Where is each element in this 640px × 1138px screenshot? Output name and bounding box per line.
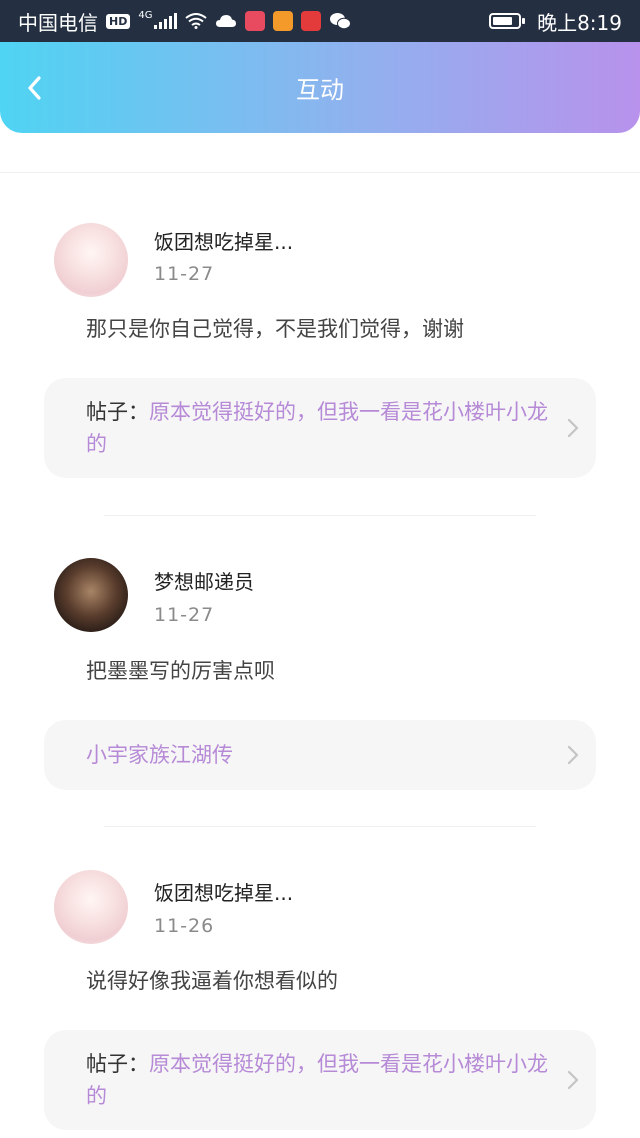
page-title: 互动 [296,76,344,104]
chevron-right-icon [567,1070,579,1090]
item-separator [104,515,536,516]
top-bar: 互动 [0,42,640,133]
battery-icon [489,13,526,29]
video-app-icon [273,11,294,31]
status-left: 中国电信 HD 4G [18,7,352,36]
hd-badge: HD [106,13,131,29]
comment-date: 11-27 [154,263,215,285]
post-title: 原本觉得挺好的，但我一看是花小楼叶小龙的 [86,400,548,456]
post-title: 原本觉得挺好的，但我一看是花小楼叶小龙的 [86,1052,548,1108]
post-link-card[interactable]: 小宇家族江湖传 [44,720,596,790]
huawei-app-icon [301,11,322,31]
post-prefix-label: 帖子： [86,1052,149,1076]
wechat-icon [330,13,352,30]
user-name[interactable]: 梦想邮递员 [154,566,254,595]
comment-date: 11-27 [154,604,215,626]
chevron-right-icon [567,745,579,765]
avatar[interactable] [54,223,128,297]
clock-label: 晚上8:19 [537,10,622,35]
cloud-icon [216,15,237,27]
avatar[interactable] [54,558,128,632]
avatar[interactable] [54,870,128,944]
wifi-icon [185,13,208,29]
user-name[interactable]: 饭团想吃掉星... [154,877,293,906]
back-button[interactable] [16,70,52,106]
carrier-label: 中国电信 [18,10,98,35]
user-name[interactable]: 饭团想吃掉星... [154,226,293,255]
chevron-right-icon [567,418,579,438]
post-title: 小宇家族江湖传 [86,743,233,767]
item-separator [104,826,536,827]
post-link-card[interactable]: 帖子：原本觉得挺好的，但我一看是花小楼叶小龙的 [44,1030,596,1130]
status-bar: 中国电信 HD 4G 晚上8:19 [0,0,640,42]
chevron-left-icon [28,76,41,100]
comment-text[interactable]: 把墨墨写的厉害点呗 [86,655,275,685]
divider [0,172,640,173]
comment-date: 11-26 [154,915,215,937]
signal-icon [154,13,178,29]
network-type-label: 4G [138,9,153,21]
comment-text[interactable]: 那只是你自己觉得，不是我们觉得，谢谢 [86,313,464,343]
post-prefix-label: 帖子： [86,400,149,424]
comment-text[interactable]: 说得好像我逼着你想看似的 [86,965,338,995]
status-right: 晚上8:19 [489,7,622,36]
reader-app-icon [245,11,266,31]
post-link-card[interactable]: 帖子：原本觉得挺好的，但我一看是花小楼叶小龙的 [44,378,596,478]
